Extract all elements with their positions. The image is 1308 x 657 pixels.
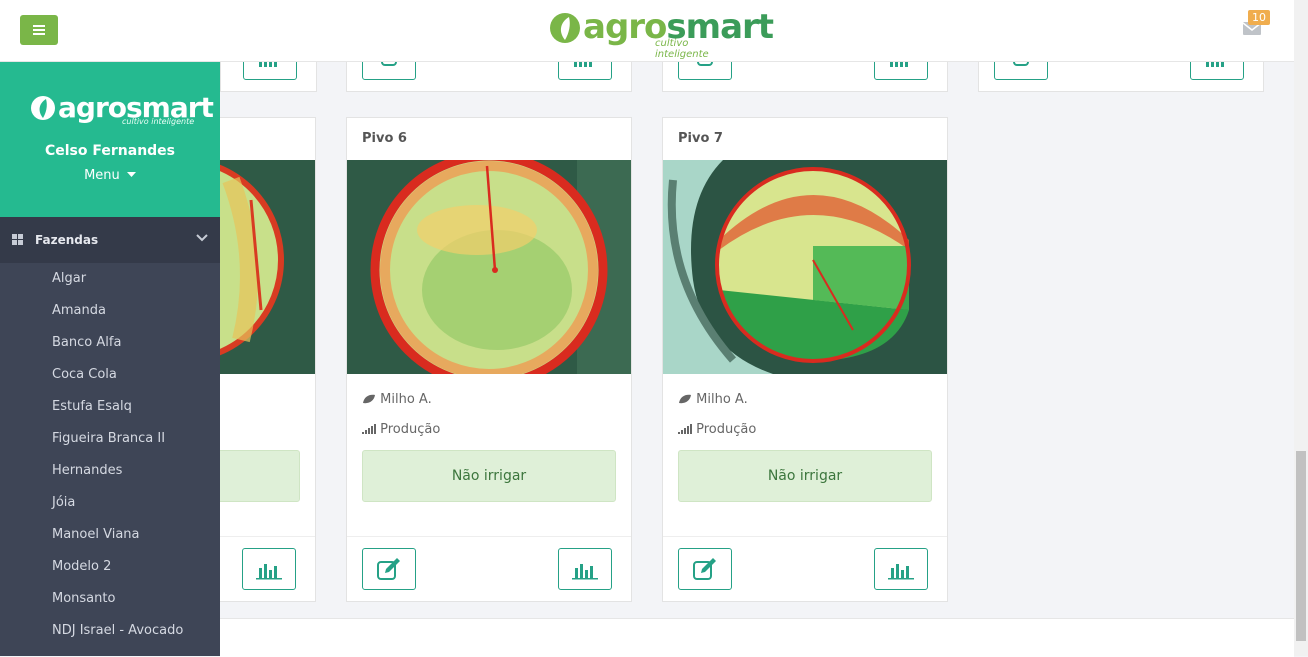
hamburger-icon xyxy=(33,25,45,35)
card-divider xyxy=(663,536,947,537)
scrollbar-thumb[interactable] xyxy=(1296,451,1306,641)
crop-name: Milho A. xyxy=(380,392,432,407)
crop-info: Milho A. xyxy=(362,392,432,407)
leaf-icon xyxy=(679,394,691,404)
chart-button[interactable] xyxy=(874,548,928,590)
sidebar-item[interactable]: Coca Cola xyxy=(0,359,220,391)
sidebar-item[interactable]: Jóia xyxy=(0,487,220,519)
edit-icon xyxy=(377,558,400,580)
sidebar-item[interactable]: Modelo 2 xyxy=(0,551,220,583)
irrigation-status: Não irrigar xyxy=(362,450,616,502)
sidebar-item[interactable]: Figueira Branca II xyxy=(0,423,220,455)
sidebar-item[interactable]: NDJ Israel - Avocado xyxy=(0,615,220,647)
bar-chart-icon xyxy=(888,564,914,580)
card-partial-top xyxy=(346,40,632,92)
phase-info: Produção xyxy=(362,422,440,437)
brand-logo[interactable]: agrosmart cultivo inteligente xyxy=(549,8,774,60)
signal-icon xyxy=(362,424,376,434)
chart-button[interactable] xyxy=(242,548,296,590)
irrigation-status: Não irrigar xyxy=(678,450,932,502)
signal-icon xyxy=(678,424,692,434)
phase-name: Produção xyxy=(696,422,757,437)
edit-icon xyxy=(693,558,716,580)
caret-down-icon xyxy=(126,172,136,177)
farm-list: Algar Amanda Banco Alfa Coca Cola Estufa… xyxy=(0,263,220,647)
sidebar-item[interactable]: Monsanto xyxy=(0,583,220,615)
logo-tagline: cultivo inteligente xyxy=(655,38,709,60)
section-label: Fazendas xyxy=(35,233,99,247)
sidebar-item[interactable]: Manoel Viana xyxy=(0,519,220,551)
sidebar-item[interactable]: Banco Alfa xyxy=(0,327,220,359)
card-partial-top xyxy=(220,40,317,92)
sidebar-item[interactable]: Amanda xyxy=(0,295,220,327)
bar-chart-icon xyxy=(256,564,282,580)
crop-info: Milho A. xyxy=(678,392,748,407)
sidebar-item[interactable]: Algar xyxy=(0,263,220,295)
pivot-ndvi-image[interactable] xyxy=(347,160,631,374)
sidebar-section-fazendas[interactable]: Fazendas xyxy=(0,217,220,263)
chart-button[interactable] xyxy=(558,548,612,590)
user-name: Celso Fernandes xyxy=(44,143,176,159)
crop-name: Milho A. xyxy=(696,392,748,407)
card-partial-top xyxy=(978,40,1264,92)
grid-icon xyxy=(12,234,23,245)
card-divider xyxy=(347,536,631,537)
phase-name: Produção xyxy=(380,422,441,437)
sidebar-item[interactable]: Hernandes xyxy=(0,455,220,487)
leaf-logo-icon xyxy=(31,96,55,120)
pivot-card: Pivo 7 Milho A. Produção Não irrigar xyxy=(662,117,948,602)
logo-tagline: cultivo inteligente xyxy=(122,117,195,126)
menu-toggle-button[interactable] xyxy=(20,15,58,45)
phase-info: Produção xyxy=(678,422,756,437)
sidebar-header: agrosmart cultivo inteligente Celso Fern… xyxy=(0,61,220,217)
pivot-title[interactable]: Pivo 7 xyxy=(678,131,723,146)
leaf-logo-icon xyxy=(550,13,580,43)
leaf-icon xyxy=(363,394,375,404)
top-navbar: agrosmart cultivo inteligente 10 xyxy=(0,0,1294,62)
footer-bar xyxy=(220,618,1294,657)
pivot-title[interactable]: Pivo 6 xyxy=(362,131,407,146)
sidebar-logo[interactable]: agrosmart cultivo inteligente xyxy=(30,93,214,133)
edit-button[interactable] xyxy=(362,548,416,590)
notification-badge: 10 xyxy=(1248,10,1270,25)
sidebar: agrosmart cultivo inteligente Celso Fern… xyxy=(0,61,220,656)
chevron-down-icon xyxy=(196,234,208,242)
user-menu-dropdown[interactable]: Menu xyxy=(0,168,220,183)
menu-label: Menu xyxy=(84,168,120,183)
edit-button[interactable] xyxy=(678,548,732,590)
pivot-card: Pivo 6 Milho A. Produção Não irrigar xyxy=(346,117,632,602)
sidebar-item[interactable]: Estufa Esalq xyxy=(0,391,220,423)
bar-chart-icon xyxy=(572,564,598,580)
card-partial-top xyxy=(662,40,948,92)
pivot-ndvi-image[interactable] xyxy=(663,160,947,374)
